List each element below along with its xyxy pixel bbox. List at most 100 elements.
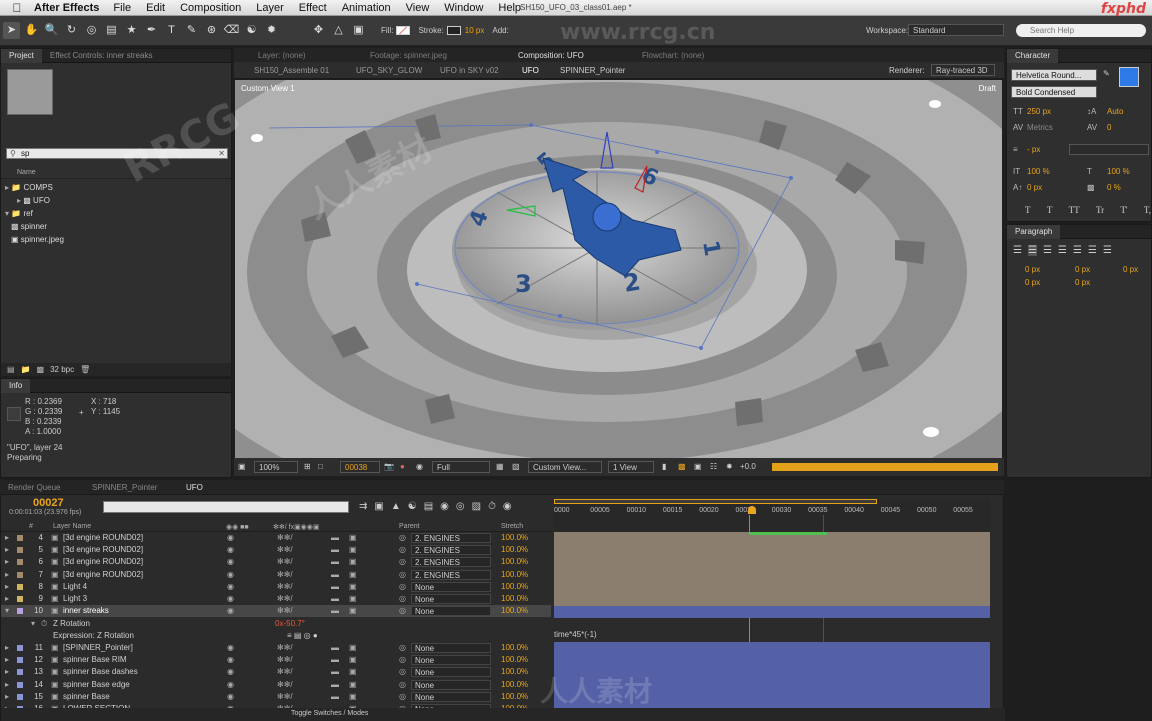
apple-icon[interactable]:  (0, 1, 34, 15)
add-label[interactable]: Add: (492, 26, 508, 35)
parent-select[interactable]: None (411, 643, 491, 653)
exposure-value[interactable]: +0.0 (740, 462, 756, 471)
expand-triangle-icon[interactable]: ▸ (5, 569, 9, 581)
roto-tool-icon[interactable]: ☯ (243, 22, 260, 39)
font-family-select[interactable]: Helvetica Round... (1011, 69, 1097, 81)
tab-character[interactable]: Character (1007, 48, 1059, 63)
type-tool-icon[interactable]: T (163, 22, 180, 39)
pickwhip-icon[interactable]: ◎ (399, 581, 406, 593)
breadcrumb-item[interactable]: SPINNER_Pointer (560, 66, 625, 75)
tree-item-spinner-jpeg[interactable]: ▣ spinner.jpeg (5, 233, 225, 246)
tree-item-comps[interactable]: ▸ 📁 COMPS (5, 181, 225, 194)
toggle-pixel-aspect-icon[interactable]: ▮ (662, 462, 666, 471)
layer-switch-icons[interactable]: ✻✻/ (277, 666, 293, 678)
collapse-icon[interactable]: ▬ (331, 691, 339, 703)
collapse-icon[interactable]: ▬ (331, 569, 339, 581)
comp-mini-flowchart-icon[interactable]: ⇉ (359, 501, 367, 512)
toggle-switches-modes[interactable]: Toggle Switches / Modes (291, 710, 368, 717)
indent-right[interactable]: 0 px (1075, 265, 1090, 274)
label-color[interactable] (17, 596, 23, 602)
collapse-icon[interactable]: ▬ (331, 654, 339, 666)
stroke-width-value[interactable]: - px (1027, 145, 1040, 154)
layer-switch-icons[interactable]: ✻✻/ (277, 654, 293, 666)
eye-icon[interactable]: ◉ (227, 593, 234, 605)
tab-layer[interactable]: Layer: (none) (258, 51, 306, 60)
stroke-swatch[interactable] (446, 26, 461, 35)
parent-select[interactable]: None (411, 655, 491, 666)
workspace-select[interactable]: Standard (908, 24, 1004, 36)
collapse-icon[interactable]: ▬ (331, 679, 339, 691)
justify-left-icon[interactable]: ☰ (1058, 245, 1067, 256)
layer-row[interactable]: ▸ 12 ▣ spinner Base RIM ◉ ✻✻/ ▬ ▣ ◎ None 100.0% (1, 654, 551, 666)
eyedropper-icon[interactable]: ✎ (1103, 69, 1110, 78)
3d-layer-icon[interactable]: ▣ (349, 581, 357, 593)
tracking[interactable]: 0 (1107, 123, 1111, 132)
menu-edit[interactable]: Edit (146, 2, 165, 14)
parent-select[interactable]: None (411, 594, 491, 604)
justify-all-icon[interactable]: ☰ (1103, 245, 1112, 256)
pickwhip-icon[interactable]: ◎ (399, 569, 406, 581)
3d-layer-icon[interactable]: ▣ (349, 666, 357, 678)
trash-icon[interactable]: 🗑 (80, 365, 90, 374)
pickwhip-icon[interactable]: ◎ (399, 605, 406, 617)
faux-italic-button[interactable]: T (1047, 205, 1053, 215)
eye-icon[interactable]: ◉ (227, 666, 234, 678)
zoom-select[interactable]: 100% (254, 461, 298, 473)
collapse-icon[interactable]: ▬ (331, 581, 339, 593)
parent-select[interactable]: None (411, 581, 491, 592)
show-channel-icon[interactable]: ● (400, 462, 405, 471)
eye-icon[interactable]: ◉ (227, 691, 234, 703)
col-layer-name[interactable]: Layer Name (53, 523, 91, 530)
expand-triangle-icon[interactable]: ▸ (5, 654, 9, 666)
layer-name[interactable]: [3d engine ROUND02] (63, 544, 143, 556)
layer-row[interactable]: ▸ 6 ▣ [3d engine ROUND02] ◉ ✻✻/ ▬ ▣ ◎ 2. ENGINES 1… (1, 556, 551, 568)
collapse-icon[interactable]: ▬ (331, 666, 339, 678)
parent-select[interactable]: None (411, 679, 491, 690)
font-size[interactable]: 250 px (1027, 107, 1051, 116)
stretch-value[interactable]: 100.0% (501, 593, 528, 605)
timeline-icon[interactable]: ▣ (694, 462, 702, 471)
search-help-input[interactable]: Search Help (1016, 24, 1146, 37)
current-time[interactable]: 00038 (340, 461, 380, 473)
tab-paragraph[interactable]: Paragraph (1007, 224, 1061, 239)
collapse-icon[interactable]: ▬ (331, 593, 339, 605)
world-axis-icon[interactable]: △ (330, 22, 347, 39)
hand-tool-icon[interactable]: ✋ (23, 22, 40, 39)
camera-tool-icon[interactable]: ◎ (83, 22, 100, 39)
breadcrumb-item[interactable]: UFO_SKY_GLOW (356, 66, 422, 75)
clone-tool-icon[interactable]: ⊛ (203, 22, 220, 39)
eye-icon[interactable]: ◉ (227, 569, 234, 581)
timeline-timecode[interactable]: 00027 (33, 497, 64, 509)
new-comp-icon[interactable]: ▩ (37, 365, 45, 374)
layer-name[interactable]: Light 3 (63, 593, 87, 605)
motion-blur-icon[interactable]: ◉ (440, 501, 449, 512)
label-color[interactable] (17, 547, 23, 554)
justify-right-icon[interactable]: ☰ (1088, 245, 1097, 256)
collapse-icon[interactable]: ▬ (331, 605, 339, 617)
parent-select[interactable]: 2. ENGINES (411, 557, 491, 568)
roi-icon[interactable]: ▦ (496, 462, 504, 471)
pickwhip-icon[interactable]: ◎ (399, 691, 406, 703)
3d-layer-icon[interactable]: ▣ (349, 544, 357, 556)
frame-blending-icon[interactable]: ▤ (424, 501, 433, 512)
layer-switch-icons[interactable]: ✻✻/ (277, 569, 293, 581)
layer-name[interactable]: spinner Base (63, 691, 110, 703)
exposure-icon[interactable]: ✸ (726, 462, 733, 471)
parent-select[interactable]: 2. ENGINES (411, 569, 491, 580)
align-center-icon[interactable]: ☰ (1027, 245, 1037, 256)
tsume[interactable]: 0 % (1107, 183, 1121, 192)
tab-flowchart[interactable]: Flowchart: (none) (642, 51, 704, 60)
expand-triangle-icon[interactable]: ▸ (5, 642, 9, 654)
parent-select[interactable]: 2. ENGINES (411, 533, 491, 543)
layer-row[interactable]: ▸ 15 ▣ spinner Base ◉ ✻✻/ ▬ ▣ ◎ None 100.0% (1, 691, 551, 703)
menu-window[interactable]: Window (444, 2, 483, 14)
small-caps-button[interactable]: Tr (1096, 205, 1104, 215)
project-search-input[interactable]: sp ⚲ ✕ (6, 148, 228, 159)
layer-name[interactable]: spinner Base edge (63, 679, 130, 691)
layer-name[interactable]: spinner Base dashes (63, 666, 138, 678)
views-layout-select[interactable]: 1 View (608, 461, 654, 473)
pickwhip-icon[interactable]: ◎ (399, 666, 406, 678)
shy-icon[interactable]: ☯ (408, 501, 417, 512)
expand-triangle-icon[interactable]: ▸ (5, 544, 9, 556)
eye-icon[interactable]: ◉ (227, 605, 234, 617)
